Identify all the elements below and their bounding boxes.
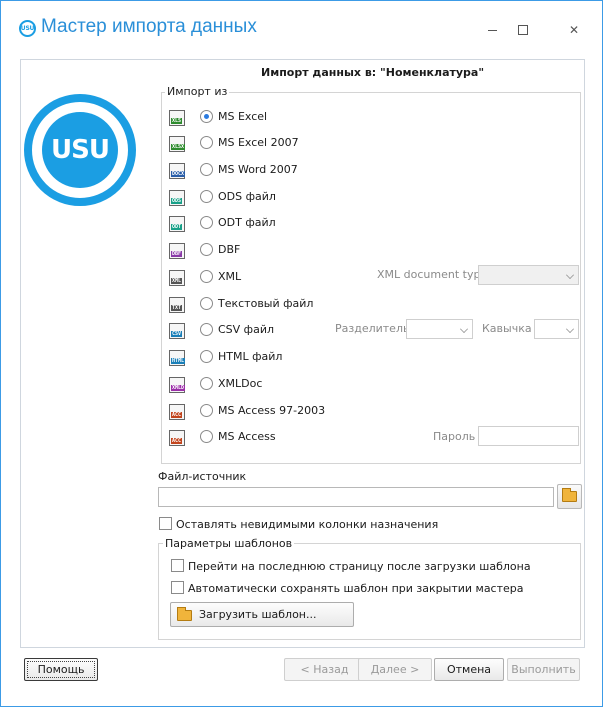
file-type-icon: XLSX [169,136,186,152]
chevron-down-icon [566,271,574,279]
import-option-radio[interactable] [200,350,213,363]
help-button[interactable]: Помощь [24,658,98,681]
keep-invisible-checkbox[interactable] [159,517,172,530]
import-option-radio[interactable] [200,110,213,123]
source-file-input[interactable] [158,487,554,507]
import-option-radio[interactable] [200,270,213,283]
page-title: Импорт данных в: "Номенклатура" [261,66,485,79]
folder-open-icon [177,607,192,621]
password-label: Пароль [433,430,476,443]
chevron-down-icon [566,325,574,333]
file-type-icon: XLS [169,110,185,126]
keep-invisible-label: Оставлять невидимыми колонки назначения [176,518,439,531]
cancel-button[interactable]: Отмена [434,658,504,681]
auto-save-template-checkbox[interactable] [171,581,184,594]
import-option-label[interactable]: MS Access [218,430,276,443]
file-type-icon: DBF [169,243,185,259]
separator-select[interactable] [406,319,473,339]
xml-document-type-select[interactable] [478,265,579,285]
auto-save-template-label: Автоматически сохранять шаблон при закры… [188,582,524,595]
file-type-icon: ACC [169,430,185,446]
template-params-legend: Параметры шаблонов [163,537,295,550]
window-title: Мастер импорта данных [41,16,257,37]
import-option-label[interactable]: XML [218,270,241,283]
load-template-button[interactable]: Загрузить шаблон... [170,602,354,627]
close-icon[interactable]: ✕ [567,23,581,37]
import-option-radio[interactable] [200,243,213,256]
import-option-radio[interactable] [200,404,213,417]
xml-document-type-label: XML document type [377,268,488,281]
import-option-radio[interactable] [200,216,213,229]
title-bar: USU Мастер импорта данных ✕ [1,1,602,59]
minimize-icon[interactable] [485,23,499,37]
import-option-radio[interactable] [200,377,213,390]
import-option-label[interactable]: ODS файл [218,190,276,203]
import-option-label[interactable]: CSV файл [218,323,274,336]
import-option-label[interactable]: DBF [218,243,240,256]
import-option-radio[interactable] [200,323,213,336]
chevron-down-icon [460,325,468,333]
quote-label: Кавычка [482,322,532,335]
import-option-label[interactable]: Текстовый файл [218,297,313,310]
source-file-label: Файл-источник [158,470,247,483]
file-type-icon: XML [169,270,185,286]
file-type-icon: HTML [169,350,186,366]
browse-file-button[interactable] [557,484,582,509]
import-option-radio[interactable] [200,136,213,149]
next-button[interactable]: Далее > [358,658,432,681]
import-option-radio[interactable] [200,430,213,443]
file-type-icon: ODS [169,190,185,206]
usu-logo: USU [24,94,136,206]
file-type-icon: DOCX [169,163,186,179]
import-option-radio[interactable] [200,163,213,176]
import-option-radio[interactable] [200,297,213,310]
import-option-label[interactable]: MS Excel [218,110,267,123]
import-option-label[interactable]: HTML файл [218,350,282,363]
file-type-icon: XMLD [169,377,186,393]
import-wizard-window: USU Мастер импорта данных ✕ USU Импорт д… [0,0,603,707]
folder-open-icon [562,488,577,502]
goto-last-page-label: Перейти на последнюю страницу после загр… [188,560,531,573]
finish-button[interactable]: Выполнить [507,658,580,681]
import-from-legend: Импорт из [165,85,230,98]
import-option-label[interactable]: MS Access 97-2003 [218,404,325,417]
import-option-label[interactable]: ODT файл [218,216,276,229]
maximize-icon[interactable] [515,23,529,37]
file-type-icon: CSV [169,323,185,339]
import-option-radio[interactable] [200,190,213,203]
file-type-icon: TXT [169,297,185,313]
app-logo-icon: USU [19,20,36,37]
file-type-icon: ODT [169,216,185,232]
back-button[interactable]: < Назад [284,658,365,681]
import-option-label[interactable]: MS Excel 2007 [218,136,299,149]
import-option-label[interactable]: MS Word 2007 [218,163,298,176]
import-option-label[interactable]: XMLDoc [218,377,262,390]
separator-label: Разделитель [335,322,410,335]
file-type-icon: ACC [169,404,185,420]
goto-last-page-checkbox[interactable] [171,559,184,572]
quote-select[interactable] [534,319,579,339]
password-input[interactable] [478,426,579,446]
